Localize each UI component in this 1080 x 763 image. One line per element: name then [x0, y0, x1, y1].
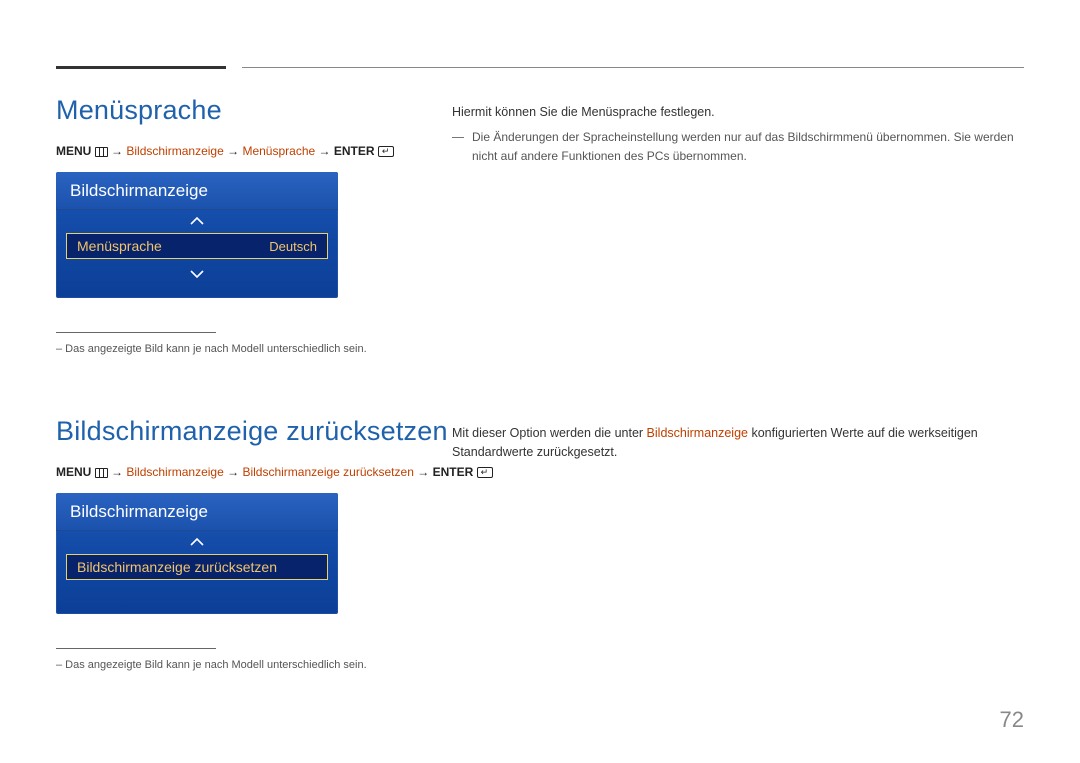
- bc-part-bildschirmanzeige: Bildschirmanzeige: [126, 144, 223, 158]
- page-number: 72: [1000, 707, 1024, 733]
- bc2-enter-label: ENTER: [433, 465, 474, 479]
- menu-icon: [95, 468, 108, 478]
- bc-arrow-3: →: [319, 144, 331, 158]
- footnote-1: – Das angezeigte Bild kann je nach Model…: [56, 343, 1024, 355]
- footnote-divider-1: [56, 332, 216, 333]
- enter-icon: [378, 146, 394, 157]
- right-text-2: Mit dieser Option werden die unter Bilds…: [452, 424, 1024, 463]
- footnote-divider-2: [56, 648, 216, 649]
- osd-panel-1: Bildschirmanzeige Menüsprache Deutsch: [56, 172, 338, 298]
- enter-icon: [477, 467, 493, 478]
- osd-up-arrow[interactable]: [56, 210, 338, 231]
- right-column-2: Mit dieser Option werden die unter Bilds…: [452, 424, 1024, 463]
- chevron-up-icon: [189, 537, 205, 547]
- osd-up-arrow-2[interactable]: [56, 531, 338, 552]
- osd-title-1: Bildschirmanzeige: [56, 172, 338, 210]
- chevron-down-icon: [189, 269, 205, 279]
- bc2-menu-label: MENU: [56, 465, 91, 479]
- osd-spacer: [56, 584, 338, 600]
- right-text-hl: Bildschirmanzeige: [647, 426, 748, 440]
- breadcrumb-zuruecksetzen: MENU → Bildschirmanzeige → Bildschirmanz…: [56, 465, 1024, 479]
- bc-part-menusprache: Menüsprache: [242, 144, 315, 158]
- footnote-2: – Das angezeigte Bild kann je nach Model…: [56, 659, 1024, 671]
- osd-row-label-2: Bildschirmanzeige zurücksetzen: [77, 559, 277, 575]
- lead-text-1: Hiermit können Sie die Menüsprache festl…: [452, 103, 1024, 122]
- dash-text-1: Die Änderungen der Spracheinstellung wer…: [472, 128, 1024, 165]
- osd-panel-2: Bildschirmanzeige Bildschirmanzeige zurü…: [56, 493, 338, 614]
- chevron-up-icon: [189, 216, 205, 226]
- osd-row-value: Deutsch: [269, 239, 317, 254]
- section-menusprache: Menüsprache MENU → Bildschirmanzeige → M…: [56, 95, 1024, 355]
- page-top-rule: [56, 66, 1024, 69]
- menu-icon: [95, 147, 108, 157]
- bc-enter-label: ENTER: [334, 144, 375, 158]
- bc-arrow-2: →: [227, 144, 239, 158]
- osd-down-arrow[interactable]: [56, 263, 338, 284]
- osd-row-label: Menüsprache: [77, 238, 162, 254]
- osd-row-zuruecksetzen[interactable]: Bildschirmanzeige zurücksetzen: [66, 554, 328, 580]
- bc2-arrow-3: →: [417, 465, 429, 479]
- right-text-before: Mit dieser Option werden die unter: [452, 426, 647, 440]
- bc-arrow-1: →: [111, 144, 123, 158]
- section-zuruecksetzen: Bildschirmanzeige zurücksetzen MENU → Bi…: [56, 416, 1024, 671]
- dash-icon: [452, 137, 464, 138]
- osd-title-2: Bildschirmanzeige: [56, 493, 338, 531]
- bc2-part-bildschirmanzeige: Bildschirmanzeige: [126, 465, 223, 479]
- right-column-1: Hiermit können Sie die Menüsprache festl…: [452, 103, 1024, 166]
- bc2-part-zuruecksetzen: Bildschirmanzeige zurücksetzen: [242, 465, 413, 479]
- osd-row-menusprache[interactable]: Menüsprache Deutsch: [66, 233, 328, 259]
- bc2-arrow-1: →: [111, 465, 123, 479]
- bc2-arrow-2: →: [227, 465, 239, 479]
- dash-note-1: Die Änderungen der Spracheinstellung wer…: [452, 128, 1024, 165]
- bc-menu-label: MENU: [56, 144, 91, 158]
